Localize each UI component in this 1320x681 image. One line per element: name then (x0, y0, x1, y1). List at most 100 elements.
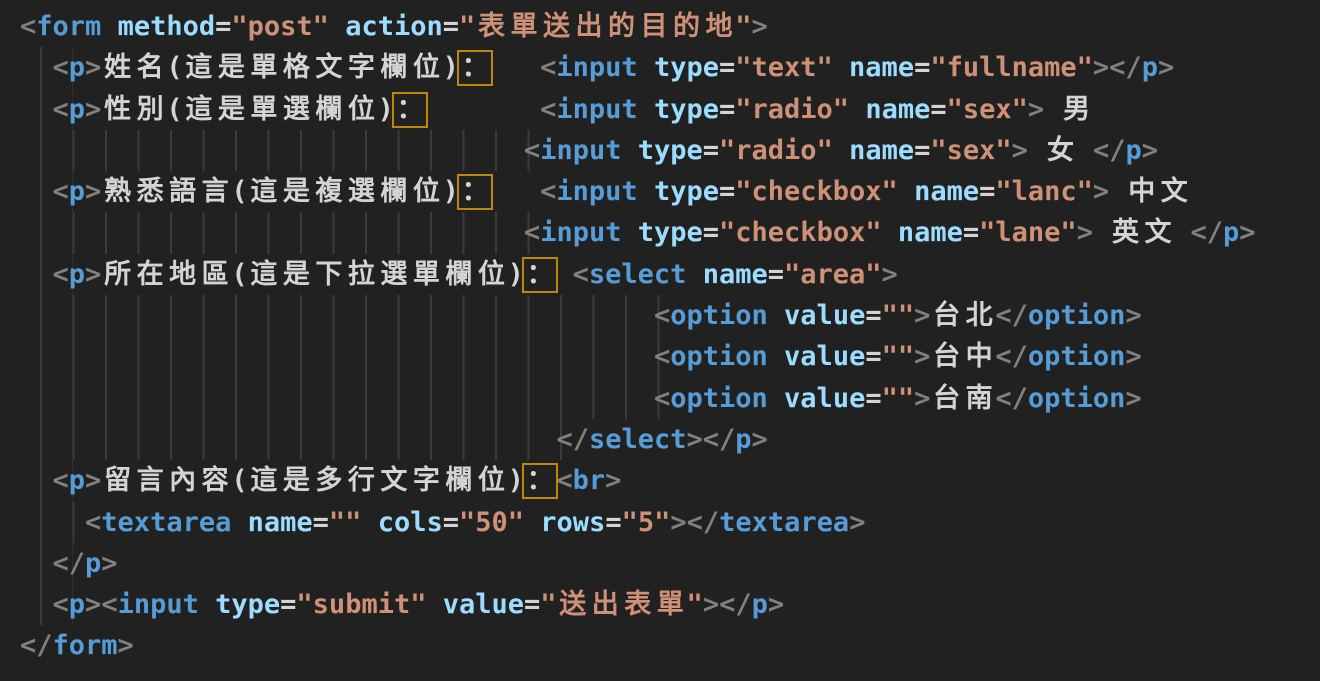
code-token (898, 176, 914, 207)
code-line[interactable]: <option value="">台北</option> (20, 295, 1320, 336)
code-line-content: <input type="checkbox" name="lane"> 英文 <… (20, 212, 1256, 253)
code-token (686, 259, 702, 290)
code-token (524, 507, 540, 538)
code-line[interactable]: </form> (20, 625, 1320, 666)
code-token: name (703, 259, 768, 290)
code-token: type (215, 589, 280, 620)
code-token: "text" (735, 52, 833, 83)
code-line[interactable]: <p>熟悉語言(這是複選欄位)： <input type="checkbox" … (20, 171, 1320, 212)
code-line[interactable]: <textarea name="" cols="50" rows="5"></t… (20, 502, 1320, 543)
code-token: 台南 (930, 383, 995, 414)
code-token: "area" (784, 259, 882, 290)
code-token (20, 259, 53, 290)
code-token (20, 341, 654, 372)
code-token: input (540, 135, 621, 166)
code-token (20, 52, 53, 83)
code-editor[interactable]: <form method="post" action="表單送出的目的地"> <… (0, 0, 1320, 681)
code-token: </ (53, 548, 86, 579)
code-line[interactable]: <p>姓名(這是單格文字欄位)： <input type="text" name… (20, 47, 1320, 88)
code-line[interactable]: <option value="">台中</option> (20, 336, 1320, 377)
code-token: "checkbox" (735, 176, 898, 207)
code-token: < (654, 341, 670, 372)
code-token: action (345, 11, 443, 42)
code-token: rows (540, 507, 605, 538)
code-token (20, 424, 556, 455)
code-token: > (670, 507, 686, 538)
code-token: </ (1109, 52, 1142, 83)
unicode-highlight-box: ： (459, 176, 492, 207)
code-token: </ (995, 300, 1028, 331)
code-token: = (865, 300, 881, 331)
code-token (20, 94, 53, 125)
code-token (101, 11, 117, 42)
code-line-content: <p><input type="submit" value="送出表單"></p… (20, 584, 784, 625)
code-token: > (1125, 341, 1141, 372)
code-token: > (85, 589, 101, 620)
code-token: > (914, 383, 930, 414)
code-token: < (654, 300, 670, 331)
code-token (638, 94, 654, 125)
code-token: = (443, 507, 459, 538)
code-line[interactable]: <form method="post" action="表單送出的目的地"> (20, 6, 1320, 47)
code-token: option (1028, 341, 1126, 372)
code-line[interactable]: </select></p> (20, 419, 1320, 460)
code-line[interactable]: <p>留言內容(這是多行文字欄位)：<br> (20, 460, 1320, 501)
code-token: "lane" (979, 217, 1077, 248)
code-token (491, 176, 540, 207)
code-token: > (849, 507, 865, 538)
code-token (849, 94, 865, 125)
unicode-highlight-box: ： (394, 94, 427, 125)
code-line[interactable]: </p> (20, 543, 1320, 584)
code-token: "" (882, 300, 915, 331)
code-token: = (719, 176, 735, 207)
code-line[interactable]: <p><input type="submit" value="送出表單"></p… (20, 584, 1320, 625)
code-token: method (118, 11, 216, 42)
code-token: type (654, 176, 719, 207)
code-token (361, 507, 377, 538)
code-line-content: <p>留言內容(這是多行文字欄位)：<br> (20, 460, 621, 501)
unicode-highlight-box: ： (524, 465, 557, 496)
code-token: 中文 (1109, 176, 1190, 207)
code-token: p (69, 465, 85, 496)
code-token: > (1093, 176, 1109, 207)
code-token: "5" (622, 507, 671, 538)
code-line[interactable]: <input type="checkbox" name="lane"> 英文 <… (20, 212, 1320, 253)
code-token: </ (556, 424, 589, 455)
code-token: < (556, 465, 572, 496)
code-token: 台北 (930, 300, 995, 331)
code-line[interactable]: <option value="">台南</option> (20, 378, 1320, 419)
code-token: > (605, 465, 621, 496)
code-token: p (69, 589, 85, 620)
code-token: < (524, 135, 540, 166)
code-token: < (573, 259, 589, 290)
code-token: "post" (231, 11, 329, 42)
code-token: < (53, 52, 69, 83)
code-token (426, 589, 442, 620)
code-line[interactable]: <p>性別(這是單選欄位)： <input type="radio" name=… (20, 89, 1320, 130)
code-line-content: </p> (20, 543, 118, 584)
code-token (20, 465, 53, 496)
code-line[interactable]: <p>所在地區(這是下拉選單欄位)： <select name="area"> (20, 254, 1320, 295)
code-token: = (719, 52, 735, 83)
code-line-content: </form> (20, 625, 134, 666)
code-token: > (1142, 135, 1158, 166)
code-token: option (670, 383, 768, 414)
code-token: select (589, 259, 687, 290)
code-token: name (248, 507, 313, 538)
code-token (20, 507, 85, 538)
code-token: name (914, 176, 979, 207)
code-token: = (703, 135, 719, 166)
code-token: = (865, 383, 881, 414)
code-token: "submit" (296, 589, 426, 620)
code-token: = (443, 11, 459, 42)
code-token: = (605, 507, 621, 538)
code-token: type (638, 135, 703, 166)
code-line[interactable]: <input type="radio" name="sex"> 女 </p> (20, 130, 1320, 171)
code-token: option (670, 300, 768, 331)
code-token: input (556, 52, 637, 83)
code-token: > (914, 341, 930, 372)
code-token (20, 217, 524, 248)
code-token: form (53, 630, 118, 661)
code-token: "checkbox" (719, 217, 882, 248)
code-token: < (53, 94, 69, 125)
